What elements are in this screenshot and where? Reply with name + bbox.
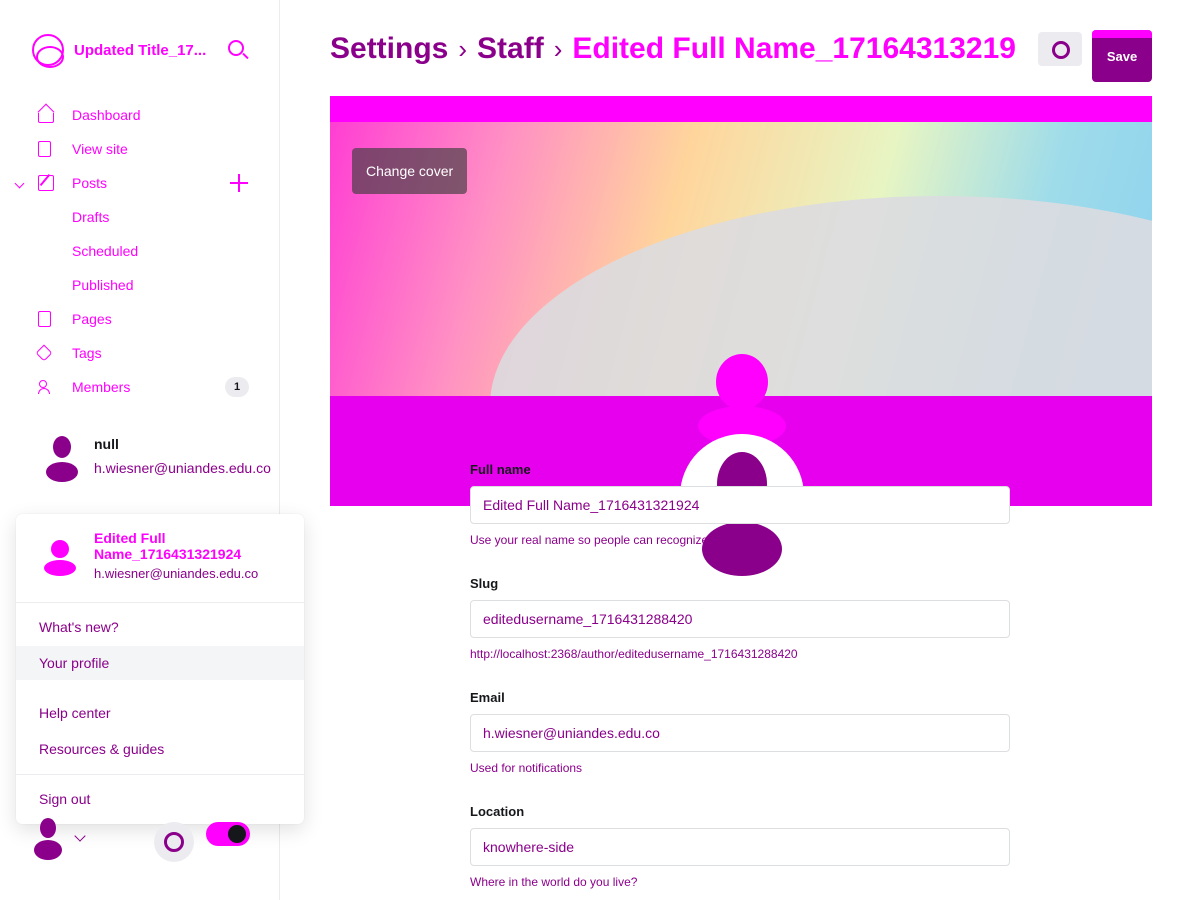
sidebar-item-tags[interactable]: Tags	[0, 336, 279, 370]
search-icon[interactable]	[228, 40, 244, 56]
sidebar-item-members[interactable]: Members 1	[0, 370, 279, 404]
divider	[16, 602, 304, 603]
popup-user-name: Edited Full Name_1716431321924	[94, 530, 242, 562]
slug-hint: http://localhost:2368/author/editedusern…	[470, 647, 798, 661]
members-icon	[38, 379, 54, 395]
user-actions-gear-icon[interactable]	[1038, 32, 1082, 66]
breadcrumb-staff[interactable]: Staff	[477, 32, 544, 66]
sidebar-item-dashboard[interactable]: Dashboard	[0, 98, 279, 132]
sidebar-item-label: Dashboard	[72, 107, 141, 123]
email-field-group: Email Used for notifications	[470, 688, 1010, 778]
menu-item-your-profile[interactable]: Your profile	[16, 646, 304, 680]
sidebar-user-email: h.wiesner@uniandes.edu.co	[94, 460, 271, 476]
menu-item-sign-out[interactable]: Sign out	[16, 782, 304, 816]
popup-user-email: h.wiesner@uniandes.edu.co	[94, 566, 259, 581]
breadcrumb-settings[interactable]: Settings	[330, 32, 448, 66]
full-name-hint: Use your real name so people can recogni…	[470, 533, 731, 547]
dark-mode-toggle[interactable]	[206, 822, 250, 846]
divider	[16, 774, 304, 775]
avatar-head	[51, 540, 69, 558]
chevron-down-icon[interactable]	[14, 178, 25, 189]
full-name-field[interactable]	[470, 486, 1010, 524]
avatar	[42, 540, 78, 578]
sidebar-item-pages[interactable]: Pages	[0, 302, 279, 336]
menu-item-help-center[interactable]: Help center	[16, 696, 304, 730]
sidebar-item-label: Pages	[72, 311, 112, 327]
sidebar-item-label: View site	[72, 141, 128, 157]
edit-icon	[38, 175, 54, 191]
settings-gear-icon[interactable]	[154, 822, 194, 862]
avatar-head	[716, 354, 768, 410]
sidebar-item-view-site[interactable]: View site	[0, 132, 279, 166]
site-title: Updated Title_17...	[74, 41, 207, 59]
sidebar-item-label: Members	[72, 379, 131, 395]
avatar	[44, 436, 80, 484]
slug-label: Slug	[470, 576, 499, 591]
user-avatar-button[interactable]	[34, 818, 62, 864]
view-site-icon	[38, 141, 51, 157]
sidebar-item-label: Posts	[72, 175, 108, 191]
avatar-head	[53, 436, 71, 458]
main-nav: Dashboard View site Posts Drafts Schedul…	[0, 98, 279, 404]
avatar-body	[34, 840, 62, 860]
slug-field[interactable]	[470, 600, 1010, 638]
members-count-badge: 1	[225, 377, 249, 397]
location-label: Location	[470, 804, 525, 819]
email-field[interactable]	[470, 714, 1010, 752]
location-field-group: Location Where in the world do you live?	[470, 802, 1010, 892]
sidebar-item-label: Published	[72, 277, 134, 293]
brand[interactable]: Updated Title_17...	[32, 34, 207, 68]
site-logo-icon	[32, 34, 64, 68]
new-post-plus-icon[interactable]	[230, 174, 248, 192]
save-button[interactable]: Save	[1092, 30, 1152, 82]
email-hint: Used for notifications	[470, 761, 583, 775]
cover-top-strip	[330, 96, 1152, 122]
page-icon	[38, 311, 51, 327]
sidebar-user-name: null	[94, 436, 119, 452]
sidebar-item-drafts[interactable]: Drafts	[0, 200, 279, 234]
avatar-body	[46, 462, 78, 482]
avatar-head	[40, 818, 56, 838]
profile-form: Full name Use your real name so people c…	[470, 460, 1010, 892]
chevron-right-icon: ›	[553, 33, 563, 64]
location-hint: Where in the world do you live?	[470, 875, 638, 889]
sidebar-item-label: Tags	[72, 345, 102, 361]
avatar-body	[44, 560, 76, 576]
sidebar-item-label: Drafts	[72, 209, 110, 225]
full-name-field-group: Full name Use your real name so people c…	[470, 460, 1010, 550]
change-cover-button[interactable]: Change cover	[352, 148, 468, 194]
breadcrumb: Settings › Staff › Edited Full Name_1716…	[330, 32, 1016, 66]
menu-item-resources-guides[interactable]: Resources & guides	[16, 732, 304, 766]
full-name-label: Full name	[470, 462, 531, 477]
sidebar-item-published[interactable]: Published	[0, 268, 279, 302]
sidebar-item-posts[interactable]: Posts	[0, 166, 279, 200]
chevron-right-icon: ›	[458, 33, 468, 64]
user-menu-popup: Edited Full Name_1716431321924 h.wiesner…	[16, 514, 304, 824]
tag-icon	[35, 344, 53, 362]
sidebar-item-scheduled[interactable]: Scheduled	[0, 234, 279, 268]
sidebar-item-label: Scheduled	[72, 243, 139, 259]
menu-item-whats-new[interactable]: What's new?	[16, 610, 304, 644]
breadcrumb-user-name: Edited Full Name_17164313219	[572, 32, 1016, 65]
home-icon	[38, 113, 54, 123]
slug-field-group: Slug http://localhost:2368/author/edited…	[470, 574, 1010, 664]
location-field[interactable]	[470, 828, 1010, 866]
email-label: Email	[470, 690, 505, 705]
